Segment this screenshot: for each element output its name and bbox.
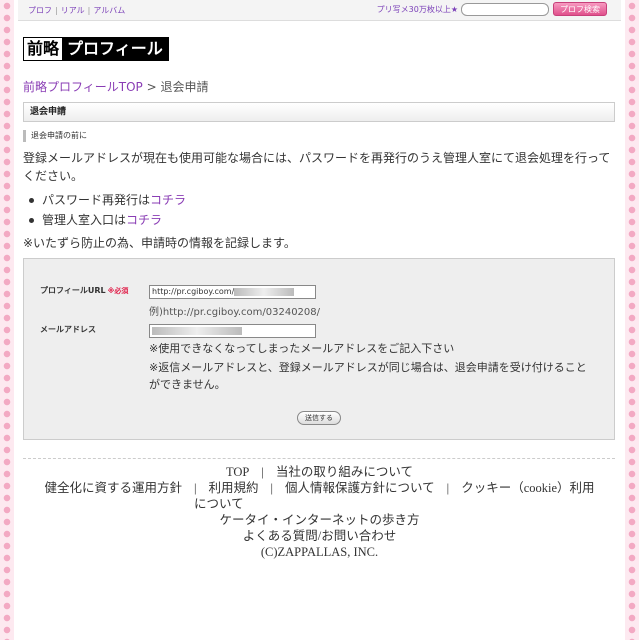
footer-cookie-link[interactable]: クッキー（cookie）利用 [461,481,594,495]
sub-title: 退会申請の前に [23,130,87,142]
help-list: パスワード再発行は コチラ 管理人室入口は コチラ [23,190,186,230]
breadcrumb-current: 退会申請 [160,80,209,94]
nav-prof-link[interactable]: プロフ [28,6,52,15]
right-decor-border [625,0,639,640]
footer-privacy-link[interactable]: 個人情報保護方針について [285,481,435,495]
footer-cookie-continued[interactable]: について [14,496,625,512]
profile-url-field[interactable]: http://pr.cgiboy.com/ [149,285,316,299]
breadcrumb: 前略プロフィールTOP > 退会申請 [23,78,208,95]
footer-top-link[interactable]: TOP [226,465,249,479]
nav-separator: | [55,6,58,15]
submit-button[interactable]: 送信する [297,411,341,425]
footer-row: 健全化に資する運用方針 | 利用規約 | 個人情報保護方針について | クッキー（cooki… [14,480,625,496]
footer-keitai-link[interactable]: ケータイ・インターネットの歩き方 [14,512,625,528]
list-item: パスワード再発行は コチラ [23,190,186,210]
password-reissue-link[interactable]: コチラ [150,190,186,210]
footer-policy-link[interactable]: 健全化に資する運用方針 [44,481,182,495]
logo-part2: プロフィール [62,38,168,60]
site-logo[interactable]: 前略 プロフィール [23,37,169,61]
top-search: プリ写メ30万枚以上★ プロフ検索 [377,2,607,16]
logo-part1: 前略 [24,38,63,60]
footer-separator: | [446,481,450,495]
url-label-text: プロフィールURL [40,286,106,295]
footer-separator: | [193,481,197,495]
section-title: 退会申請 [23,102,615,122]
left-decor-border [0,0,14,640]
top-nav: プロフ | リアル | アルバム [28,5,125,16]
list-item-text: 管理人室入口は [42,213,127,227]
record-notice: ※いたずら防止の為、申請時の情報を記録します。 [23,236,296,250]
search-input[interactable] [461,2,549,16]
breadcrumb-separator: > [142,80,161,94]
required-badge: ※必須 [107,287,129,295]
masked-text [152,326,242,335]
profile-url-value: http://pr.cgiboy.com/ [152,287,235,296]
withdrawal-form: プロフィールURL ※必須 http://pr.cgiboy.com/ 例)htt… [23,258,615,440]
nav-album-link[interactable]: アルバム [93,6,125,15]
mail-note-2: ※返信メールアドレスと、登録メールアドレスが同じ場合は、退会申請を受け付けること… [149,361,587,391]
list-item: 管理人室入口は コチラ [23,210,186,230]
admin-room-link[interactable]: コチラ [126,210,162,230]
footer-efforts-link[interactable]: 当社の取り組みについて [276,465,413,479]
list-item-text: パスワード再発行は [42,193,151,207]
top-bar: プロフ | リアル | アルバム プリ写メ30万枚以上★ プロフ検索 [18,0,621,21]
page: プロフ | リアル | アルバム プリ写メ30万枚以上★ プロフ検索 前略 プロフィール… [14,0,625,640]
bullet-dot [29,197,34,203]
search-caption: プリ写メ30万枚以上★ [376,4,458,14]
nav-real-link[interactable]: リアル [61,6,85,15]
nav-separator: | [87,6,91,15]
intro-text: 登録メールアドレスが現在も使用可能な場合には、パスワードを再発行のうえ管理人室に… [23,151,611,183]
footer: TOP | 当社の取り組みについて 健全化に資する運用方針 | 利用規約 | 個人情報保護方… [14,464,625,560]
search-button[interactable]: プロフ検索 [553,2,607,16]
masked-text [234,287,295,296]
mail-note-1: ※使用できなくなってしまったメールアドレスをご記入下さい [149,342,455,355]
email-field[interactable] [149,324,316,338]
url-example: 例)http://pr.cgiboy.com/03240208/ [149,307,321,318]
footer-copyright: (C)ZAPPALLAS, INC. [260,545,379,559]
footer-divider [23,458,615,459]
footer-terms-link[interactable]: 利用規約 [209,481,259,495]
url-label: プロフィールURL ※必須 [40,285,128,296]
footer-faq-link[interactable]: よくある質問/お問い合わせ [14,528,625,544]
mail-label: メールアドレス [40,325,96,334]
breadcrumb-home-link[interactable]: 前略プロフィールTOP [23,80,143,94]
footer-separator: | [261,465,264,479]
bullet-dot [29,217,34,223]
footer-separator: | [270,481,274,495]
footer-row: TOP | 当社の取り組みについて [14,464,625,480]
